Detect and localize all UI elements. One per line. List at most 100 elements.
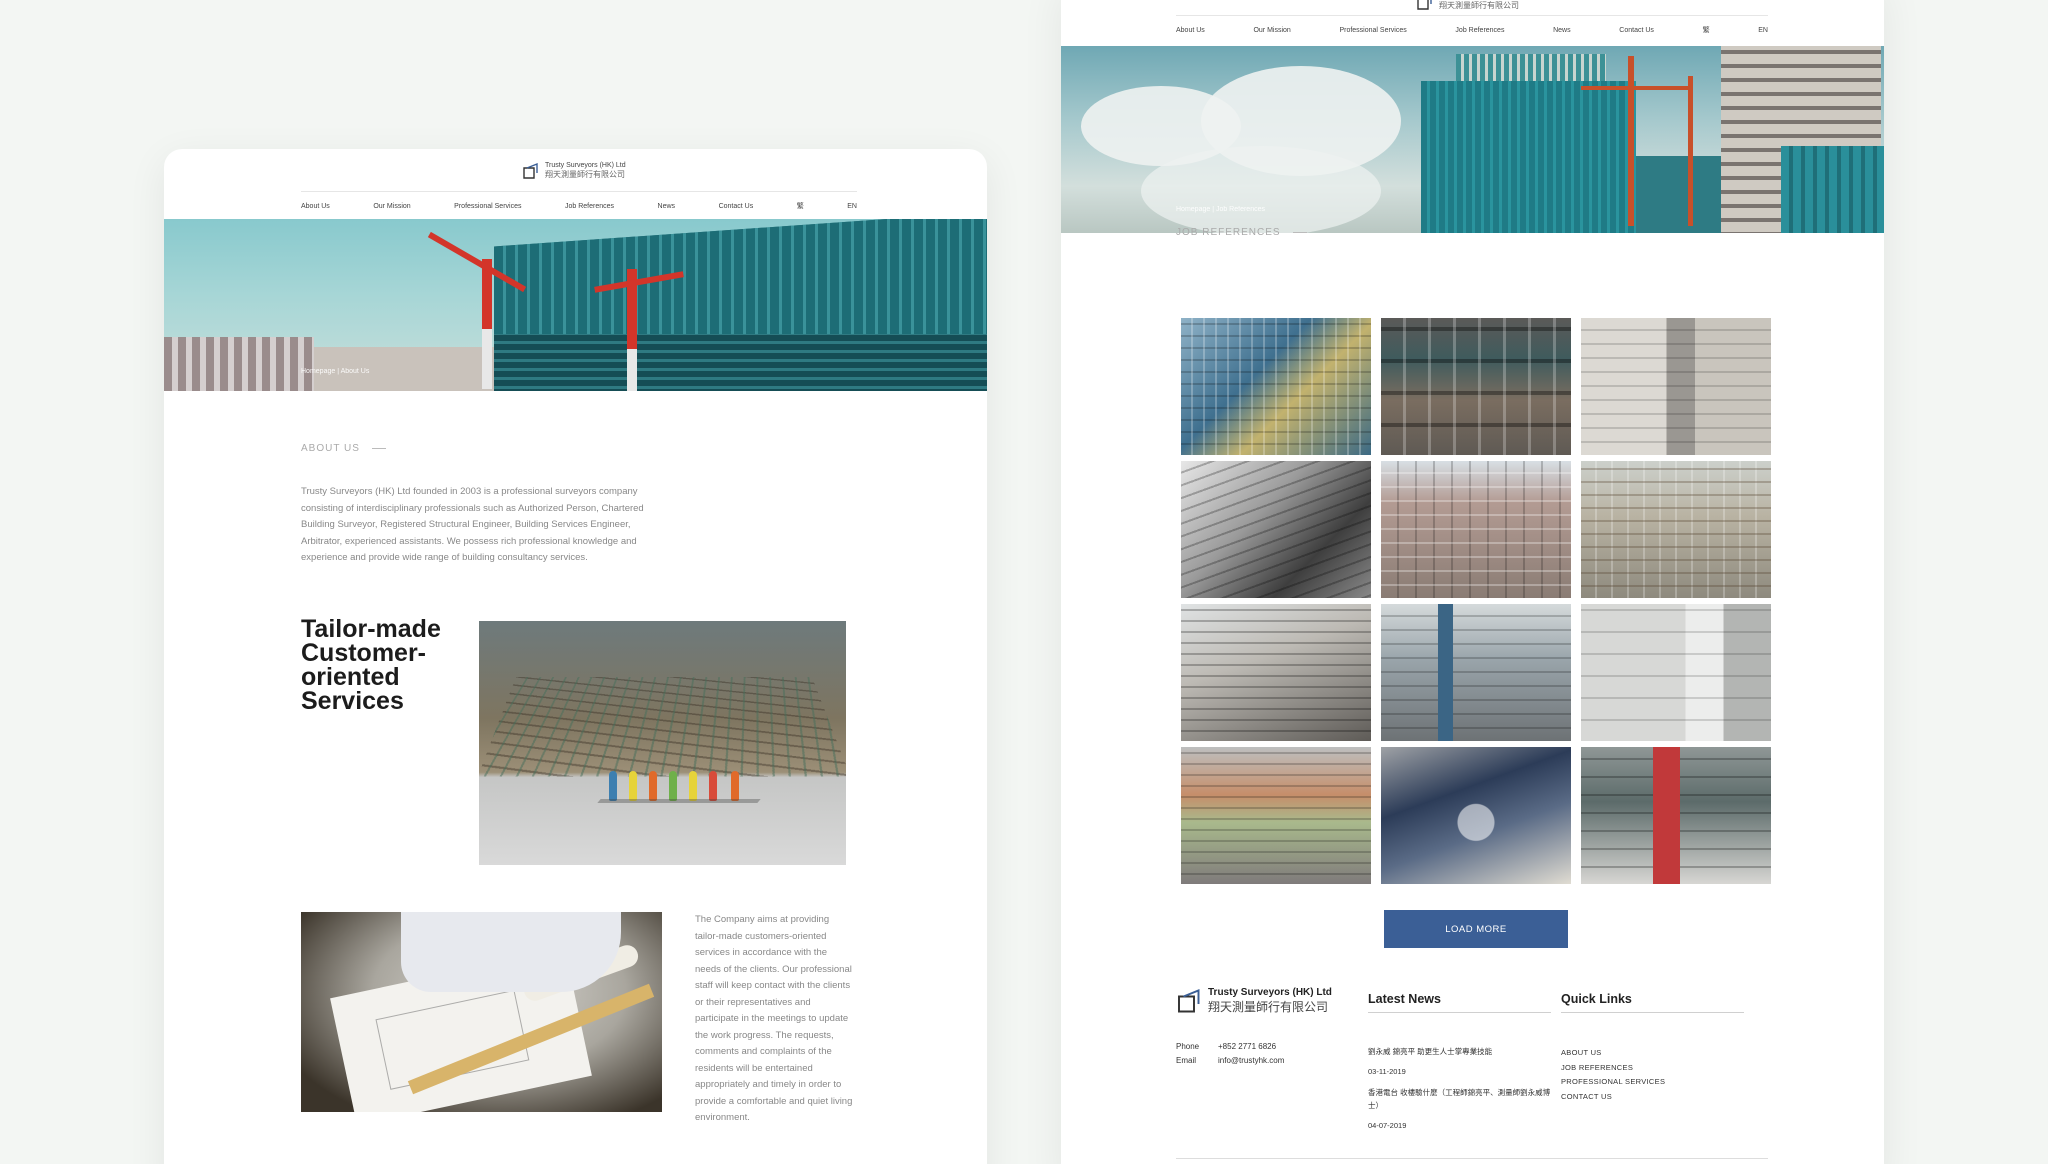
logo-icon (1178, 989, 1200, 1013)
news-item-date: 03-11-2019 (1368, 1067, 1406, 1076)
phone-label: Phone (1176, 1042, 1200, 1051)
logo-icon (523, 162, 538, 179)
lang-switch-zh[interactable]: 繁 (1703, 25, 1710, 35)
job-reference-thumbnail[interactable] (1181, 461, 1371, 598)
hero-building-scaffold (1456, 54, 1606, 84)
nav-item-contact-us[interactable]: Contact Us (719, 203, 754, 210)
brand-name-zh: 翔天測量師行有限公司 (1439, 1, 1519, 10)
job-reference-thumbnail[interactable] (1181, 318, 1371, 455)
worker-figure (709, 771, 717, 801)
main-nav: About Us Our Mission Professional Servic… (1176, 25, 1768, 35)
section-title: ABOUT US (301, 443, 386, 454)
news-item-title[interactable]: 香港電台 收樓驗什麼（工程師錦亮平、測量師劉永威博士） (1368, 1086, 1551, 1112)
quick-links-list: ABOUT US JOB REFERENCES PROFESSIONAL SER… (1561, 1046, 1665, 1104)
email-label: Email (1176, 1056, 1197, 1065)
news-item-date: 04-07-2019 (1368, 1121, 1407, 1130)
footer-contact: Phone +852 2771 6826 Email info@trustyhk… (1176, 1040, 1338, 1068)
drafter-arm (401, 912, 621, 992)
hero-banner: Homepage | Job References (1061, 46, 1884, 233)
section-title-text: ABOUT US (301, 443, 360, 454)
cloud (1141, 146, 1381, 233)
job-reference-thumbnail[interactable] (1181, 604, 1371, 741)
quick-link-job-references[interactable]: JOB REFERENCES (1561, 1061, 1665, 1076)
crane-mast (1628, 56, 1634, 226)
email-address[interactable]: info@trustyhk.com (1218, 1054, 1338, 1068)
worker-figure (649, 771, 657, 801)
hero-building (1421, 81, 1636, 233)
workers-site-photo (479, 621, 846, 865)
services-description: The Company aims at providing tailor-mad… (695, 914, 853, 1123)
crane-mast (627, 349, 637, 391)
logo-icon (1417, 0, 1432, 10)
worker-figure (689, 771, 697, 801)
breadcrumb[interactable]: Homepage | Job References (1176, 206, 1265, 213)
worker-figure (731, 771, 739, 801)
job-reference-thumbnail[interactable] (1581, 461, 1771, 598)
job-reference-thumbnail[interactable] (1581, 604, 1771, 741)
lang-switch-en[interactable]: EN (1758, 27, 1768, 34)
hero-building (164, 337, 314, 391)
header-divider (301, 191, 857, 192)
nav-item-about-us[interactable]: About Us (1176, 27, 1205, 34)
quick-link-about-us[interactable]: ABOUT US (1561, 1046, 1665, 1061)
latest-news-list: 劉永威 錦亮平 助更生人士掌專業技能 03-11-2019 香港電台 收樓驗什麼… (1368, 1045, 1551, 1140)
worker-shadow (597, 799, 641, 803)
about-intro: Trusty Surveyors (HK) Ltd founded in 200… (301, 486, 644, 563)
nav-item-job-references[interactable]: Job References (565, 203, 614, 210)
job-reference-thumbnail[interactable] (1381, 604, 1571, 741)
job-references-gallery (1181, 318, 1773, 884)
brand-name-zh: 翔天測量師行有限公司 (545, 170, 625, 179)
section-title-dash (1292, 232, 1307, 233)
crane-mast (482, 329, 492, 389)
quick-link-contact-us[interactable]: CONTACT US (1561, 1090, 1665, 1105)
header-divider (1176, 15, 1768, 16)
load-more-button[interactable]: LOAD MORE (1384, 910, 1568, 948)
nav-item-professional-services[interactable]: Professional Services (1339, 27, 1406, 34)
nav-item-news[interactable]: News (658, 203, 676, 210)
worker-shadow (677, 799, 721, 803)
brand-name-zh: 翔天測量師行有限公司 (1208, 1000, 1329, 1014)
nav-item-our-mission[interactable]: Our Mission (373, 203, 410, 210)
section-title: JOB REFERENCES (1176, 227, 1307, 238)
job-reference-thumbnail[interactable] (1381, 461, 1571, 598)
job-reference-thumbnail[interactable] (1381, 747, 1571, 884)
crane-jib (1581, 86, 1691, 90)
services-headline: Tailor-made Customer-oriented Services (301, 615, 441, 715)
nav-item-about-us[interactable]: About Us (301, 203, 330, 210)
job-references-page-card: Trusty Surveyors (HK) Ltd 翔天測量師行有限公司 Abo… (1061, 0, 1884, 1164)
worker-figure (669, 771, 677, 801)
nav-item-news[interactable]: News (1553, 27, 1571, 34)
brand-name-en: Trusty Surveyors (HK) Ltd (1208, 987, 1332, 998)
hero-building (1781, 146, 1884, 233)
crane-mast (1688, 76, 1693, 226)
footer-divider (1176, 1158, 1768, 1159)
job-reference-thumbnail[interactable] (1381, 318, 1571, 455)
hero-glass-building-base (494, 334, 987, 391)
phone-number[interactable]: +852 2771 6826 (1218, 1040, 1338, 1054)
latest-news-title: Latest News (1368, 992, 1551, 1013)
breadcrumb[interactable]: Homepage | About Us (301, 368, 369, 375)
nav-item-job-references[interactable]: Job References (1455, 27, 1504, 34)
job-reference-thumbnail[interactable] (1181, 747, 1371, 884)
news-item-title[interactable]: 劉永威 錦亮平 助更生人士掌專業技能 (1368, 1045, 1551, 1058)
lang-switch-en[interactable]: EN (847, 203, 857, 210)
rebar-grid (479, 676, 846, 777)
brand-name-en: Trusty Surveyors (HK) Ltd (545, 162, 626, 169)
job-reference-thumbnail[interactable] (1581, 318, 1771, 455)
section-title-dash (371, 448, 386, 449)
about-page-card: Trusty Surveyors (HK) Ltd 翔天測量師行有限公司 Abo… (164, 149, 987, 1164)
nav-item-our-mission[interactable]: Our Mission (1253, 27, 1290, 34)
site-logo[interactable]: Trusty Surveyors (HK) Ltd 翔天測量師行有限公司 (522, 161, 626, 180)
worker-figure (629, 771, 637, 801)
lang-switch-zh[interactable]: 繁 (797, 201, 804, 211)
nav-item-contact-us[interactable]: Contact Us (1619, 27, 1654, 34)
job-reference-thumbnail[interactable] (1581, 747, 1771, 884)
main-nav: About Us Our Mission Professional Servic… (301, 201, 857, 211)
site-logo[interactable]: Trusty Surveyors (HK) Ltd 翔天測量師行有限公司 (1416, 0, 1520, 11)
worker-figure (609, 771, 617, 801)
nav-item-professional-services[interactable]: Professional Services (454, 203, 521, 210)
drafting-photo (301, 912, 662, 1112)
quick-link-professional-services[interactable]: PROFESSIONAL SERVICES (1561, 1075, 1665, 1090)
worker-shadow (717, 799, 761, 803)
footer-logo[interactable]: Trusty Surveyors (HK) Ltd 翔天測量師行有限公司 (1176, 987, 1332, 1015)
